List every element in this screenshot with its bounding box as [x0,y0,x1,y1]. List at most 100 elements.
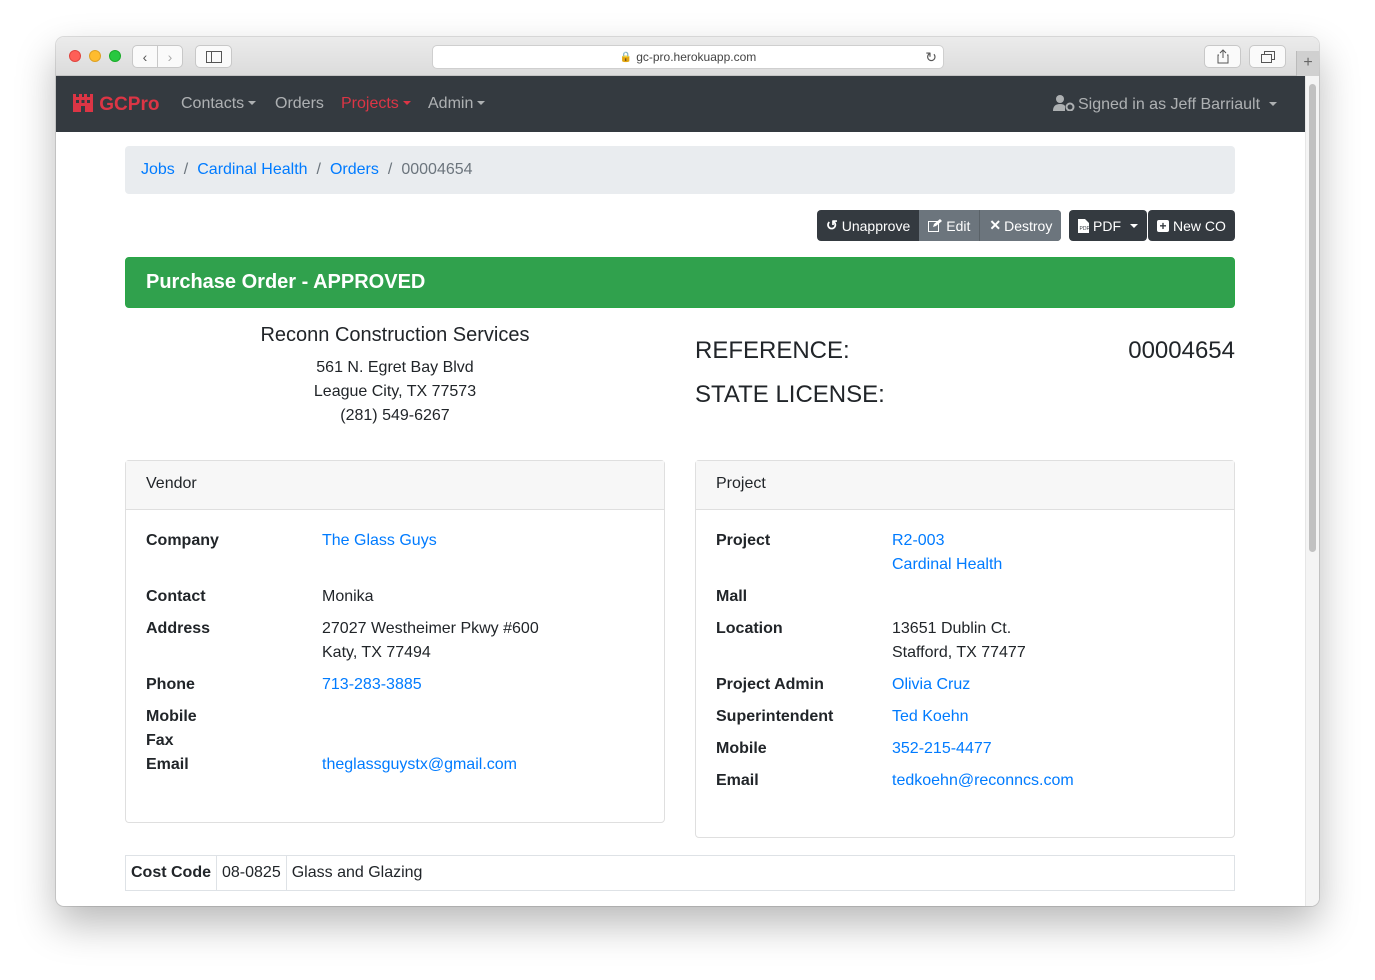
vendor-company-label: Company [146,532,219,549]
maximize-window-button[interactable] [109,50,121,62]
destroy-label: Destroy [1004,217,1053,234]
caret-down-icon [248,101,257,105]
nav-admin[interactable]: Admin [428,95,486,113]
location-label: Location [716,620,783,637]
cost-code-value: 08-0825 [217,856,287,890]
cost-code-description: Glass and Glazing [291,864,423,881]
tabs-button[interactable] [1249,45,1286,68]
company-phone: (281) 549-6267 [340,407,450,424]
superintendent-label: Superintendent [716,708,834,725]
forward-button[interactable]: › [157,45,183,68]
lock-icon: 🔒 [619,51,633,63]
breadcrumb-jobs[interactable]: Jobs [141,161,175,179]
vendor-company-link[interactable]: The Glass Guys [322,532,437,550]
vendor-fax-label: Fax [146,732,174,749]
vendor-phone-link[interactable]: 713-283-3885 [322,676,422,694]
project-email-link[interactable]: tedkoehn@reconncs.com [892,772,1074,790]
project-mobile-link[interactable]: 352-215-4477 [892,740,992,758]
superintendent-link[interactable]: Ted Koehn [892,708,969,726]
pdf-dropdown-button[interactable]: PDF PDF [1069,210,1147,241]
reference-value: 00004654 [1128,337,1235,364]
order-actions-group: ↺ Unapprove Edit ✕ Destroy [817,210,1062,241]
breadcrumb-project[interactable]: Cardinal Health [197,161,307,179]
destroy-button[interactable]: ✕ Destroy [979,210,1062,241]
project-admin-label: Project Admin [716,676,824,693]
project-card: Project Project R2-003 Cardinal Health M… [695,460,1235,838]
project-name-link[interactable]: Cardinal Health [892,556,1002,574]
company-address-line2: League City, TX 77573 [313,383,477,400]
vendor-card: Vendor Company The Glass Guys Contact Mo… [125,460,665,823]
page-scrollbar[interactable] [1305,76,1319,906]
sidebar-toggle-button[interactable] [195,45,232,68]
caret-down-icon [477,101,486,105]
company-info: Reconn Construction Services 561 N. Egre… [125,324,665,428]
undo-icon: ↺ [826,217,838,233]
unapprove-label: Unapprove [841,217,911,234]
browser-window: ‹ › 🔒 gc-pro.herokuapp.com ↻ + GCPro Con… [56,37,1319,906]
caret-down-icon [1130,223,1138,228]
vendor-email-link[interactable]: theglassguystx@gmail.com [322,756,517,774]
breadcrumb-separator: / [316,161,321,178]
vendor-contact-value: Monika [322,588,374,605]
brand[interactable]: GCPro [72,93,159,116]
castle-logo-icon [73,94,93,112]
close-window-button[interactable] [69,50,81,62]
project-code-link[interactable]: R2-003 [892,532,944,550]
vendor-email-label: Email [146,756,189,773]
nav-admin-label: Admin [428,95,474,112]
reference-label: REFERENCE: [695,337,850,364]
project-card-header: Project [696,461,1234,510]
location-line1: 13651 Dublin Ct. [892,620,1012,637]
svg-text:PDF: PDF [1080,226,1090,232]
nav-contacts[interactable]: Contacts [181,95,257,113]
caret-down-icon [402,101,411,105]
sidebar-icon [205,50,222,63]
project-label: Project [716,532,771,549]
vendor-contact-label: Contact [146,588,206,605]
browser-toolbar: ‹ › 🔒 gc-pro.herokuapp.com ↻ + [56,37,1319,76]
company-address-line1: 561 N. Egret Bay Blvd [316,359,474,376]
edit-label: Edit [946,217,971,234]
vendor-mobile-label: Mobile [146,708,197,725]
back-button[interactable]: ‹ [132,45,158,68]
project-mobile-label: Mobile [716,740,767,757]
file-pdf-icon: PDF [1078,218,1090,233]
breadcrumb-separator: / [183,161,189,178]
unapprove-button[interactable]: ↺ Unapprove [817,210,919,241]
scrollbar-thumb[interactable] [1309,84,1316,552]
vendor-card-header: Vendor [126,461,664,510]
status-banner: Purchase Order - APPROVED [125,257,1235,308]
url-text: gc-pro.herokuapp.com [636,50,757,64]
chevron-right-icon: › [167,48,173,65]
user-cog-icon [1053,95,1075,112]
address-bar[interactable]: 🔒 gc-pro.herokuapp.com ↻ [432,45,944,69]
cost-code-label: Cost Code [126,856,217,890]
reload-icon[interactable]: ↻ [925,49,937,66]
plus-square-icon: + [1157,219,1169,232]
state-license-row: STATE LICENSE: [695,381,1235,409]
user-menu[interactable]: Signed in as Jeff Barriault [1053,95,1278,114]
new-co-button[interactable]: + New CO [1148,210,1235,241]
plus-icon: + [1303,54,1313,71]
brand-text: GCPro [99,94,160,115]
chevron-left-icon: ‹ [142,48,148,65]
new-tab-button[interactable]: + [1296,51,1319,76]
share-button[interactable] [1204,45,1241,68]
project-admin-link[interactable]: Olivia Cruz [892,676,970,694]
nav-orders[interactable]: Orders [275,95,324,113]
new-co-label: New CO [1173,217,1226,234]
breadcrumb: Jobs / Cardinal Health / Orders / 000046… [125,146,1235,194]
user-menu-label: Signed in as Jeff Barriault [1078,96,1261,113]
nav-projects-label: Projects [341,95,399,112]
cost-code-row: Cost Code 08-0825 Glass and Glazing [125,855,1235,891]
minimize-window-button[interactable] [89,50,101,62]
breadcrumb-orders[interactable]: Orders [330,161,379,179]
app-navbar: GCPro Contacts Orders Projects Admin Sig… [56,76,1305,132]
tabs-icon [1260,50,1275,63]
edit-button[interactable]: Edit [919,210,980,241]
state-license-label: STATE LICENSE: [695,381,885,408]
vendor-address-line1: 27027 Westheimer Pkwy #600 [322,620,539,637]
reference-row: REFERENCE: 00004654 [695,337,1235,365]
nav-projects[interactable]: Projects [341,95,411,113]
nav-contacts-label: Contacts [181,95,245,112]
